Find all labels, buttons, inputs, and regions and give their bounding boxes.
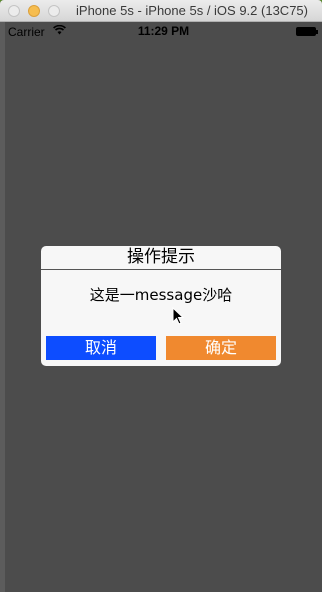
cancel-button[interactable]: 取消 xyxy=(46,336,156,360)
alert-divider xyxy=(41,269,281,270)
battery-icon xyxy=(296,27,318,36)
alert-dialog: 操作提示 这是一message沙哈 取消 确定 xyxy=(41,246,281,366)
mouse-pointer-icon xyxy=(172,307,184,325)
window-title: iPhone 5s - iPhone 5s / iOS 9.2 (13C75) xyxy=(76,3,308,18)
confirm-button[interactable]: 确定 xyxy=(166,336,276,360)
ios-screen: Carrier 11:29 PM 操作提示 这是一message沙哈 取消 确定 xyxy=(5,22,322,592)
status-time: 11:29 PM xyxy=(137,24,190,38)
window-titlebar: iPhone 5s - iPhone 5s / iOS 9.2 (13C75) xyxy=(0,0,322,22)
minimize-window-button[interactable] xyxy=(28,5,40,17)
alert-title: 操作提示 xyxy=(127,247,195,267)
alert-message: 这是一message沙哈 xyxy=(89,286,233,304)
close-window-button[interactable] xyxy=(8,5,20,17)
simulator-window: iPhone 5s - iPhone 5s / iOS 9.2 (13C75) … xyxy=(0,0,322,592)
status-bar: Carrier 11:29 PM xyxy=(5,22,322,42)
zoom-window-button[interactable] xyxy=(48,5,60,17)
